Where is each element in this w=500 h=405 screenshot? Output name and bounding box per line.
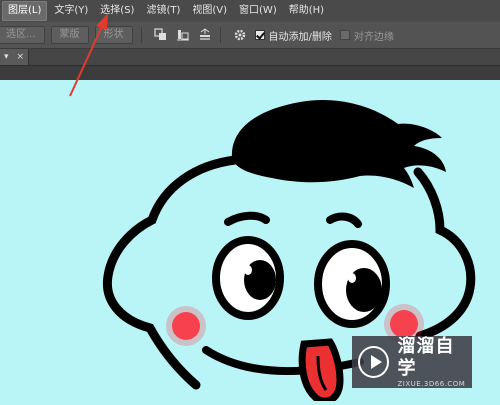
close-icon[interactable]: ×: [16, 52, 24, 62]
watermark-subtitle: ZIXUE.3D66.COM: [397, 380, 466, 388]
hair: [231, 100, 446, 188]
watermark: 溜溜自学 ZIXUE.3D66.COM: [352, 336, 472, 388]
right-eyebrow: [326, 212, 362, 228]
divider: [140, 27, 142, 43]
annotation-arrow: [69, 13, 108, 97]
left-eyebrow: [224, 211, 270, 226]
menu-window[interactable]: 窗口(W): [234, 2, 282, 20]
gear-icon[interactable]: [233, 28, 247, 42]
align-edges-label: 对齐边缘: [353, 31, 394, 43]
tongue: [298, 338, 344, 405]
divider: [219, 27, 221, 43]
path-operations-icon[interactable]: [153, 28, 168, 42]
chevron-down-icon[interactable]: ▾: [4, 52, 9, 62]
menu-view[interactable]: 视图(V): [187, 2, 232, 20]
align-edges-checkbox[interactable]: [339, 30, 350, 40]
path-alignment-icon[interactable]: [176, 28, 190, 42]
path-arrangement-icon[interactable]: [198, 28, 212, 42]
auto-add-delete-label: 自动添加/删除: [268, 31, 332, 43]
menu-filter[interactable]: 滤镜(T): [141, 2, 185, 20]
auto-add-delete-checkbox[interactable]: [254, 30, 265, 40]
menu-layer[interactable]: 图层(L): [2, 1, 48, 21]
document-tab[interactable]: ▾ ×: [0, 49, 29, 65]
menu-help[interactable]: 帮助(H): [284, 2, 329, 20]
play-logo-icon: [358, 346, 390, 378]
left-cheek-glow: [166, 306, 206, 346]
select-area-button[interactable]: 选区...: [0, 26, 45, 44]
watermark-title: 溜溜自学: [397, 336, 455, 379]
left-eye-highlight: [244, 265, 252, 275]
right-eye-highlight: [348, 273, 356, 283]
